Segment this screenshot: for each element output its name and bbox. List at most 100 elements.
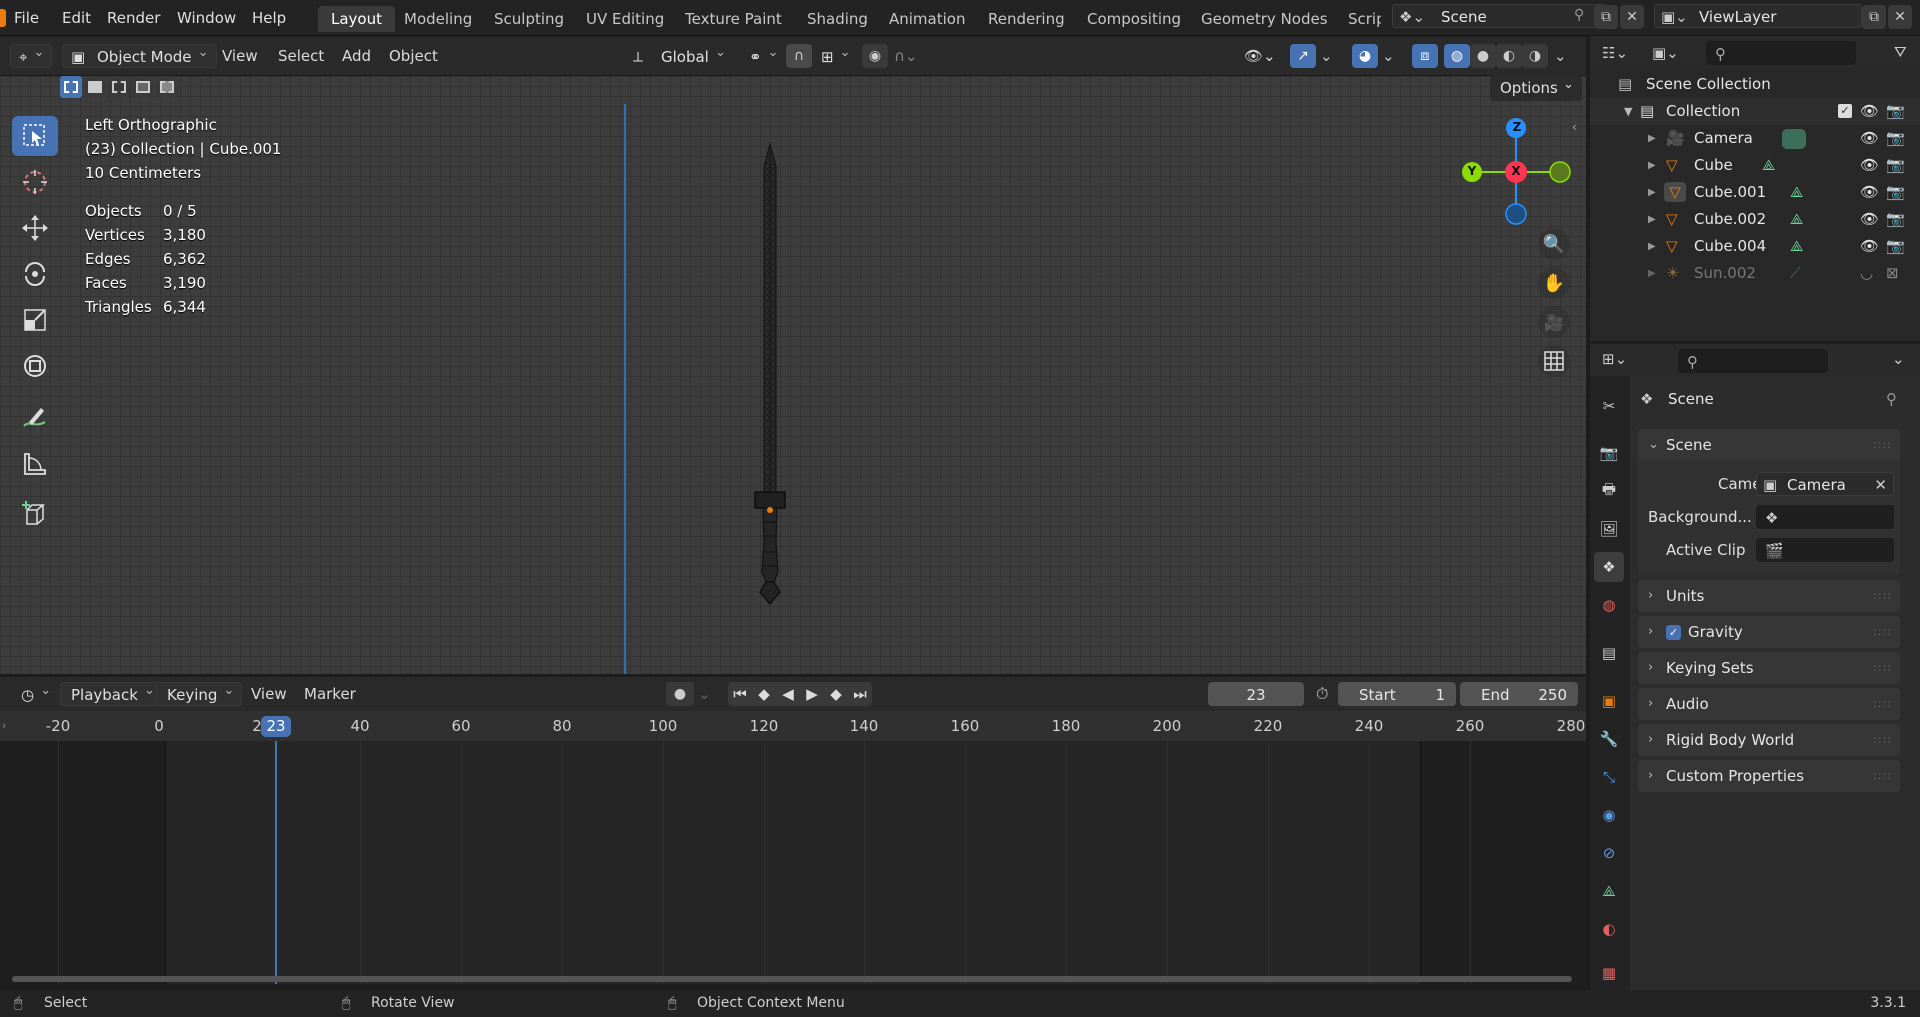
- next-keyframe-icon[interactable]: ◆: [824, 682, 848, 706]
- outliner-row-cube-004[interactable]: ▶ ▽ Cube.004 ⟁ 👁 📷: [1590, 233, 1920, 260]
- select-invert-icon[interactable]: [132, 76, 154, 98]
- tab-rendering[interactable]: Rendering: [975, 6, 1078, 32]
- tab-uv-editing[interactable]: UV Editing: [573, 6, 677, 32]
- menu-marker[interactable]: Marker: [296, 682, 364, 706]
- tool-tab-icon[interactable]: ✂: [1594, 391, 1624, 421]
- eye-icon[interactable]: 👁: [1860, 206, 1879, 233]
- view-layer-tab-icon[interactable]: 🖼: [1594, 514, 1624, 544]
- rotate-tool[interactable]: [12, 254, 58, 294]
- camera-data-icon[interactable]: [1782, 129, 1806, 149]
- output-tab-icon[interactable]: 🖶: [1594, 476, 1624, 506]
- measure-tool[interactable]: [12, 444, 58, 484]
- gizmo-menu-icon[interactable]: ⌄: [1320, 47, 1333, 65]
- scene-panel-header[interactable]: ⌄ Scene ::::: [1638, 429, 1900, 461]
- editor-type-icon[interactable]: ⌖: [10, 41, 53, 68]
- select-intersect-icon[interactable]: [156, 76, 178, 98]
- select-new-icon[interactable]: [60, 76, 82, 98]
- properties-editor-type-icon[interactable]: ⊞⌄: [1602, 350, 1627, 368]
- expand-arrow-icon[interactable]: ▼: [1624, 98, 1632, 125]
- eye-icon[interactable]: 👁: [1860, 98, 1879, 125]
- cursor-tool[interactable]: [12, 162, 58, 202]
- texture-tab-icon[interactable]: ▦: [1594, 958, 1624, 988]
- select-subtract-icon[interactable]: [108, 76, 130, 98]
- tab-sculpting[interactable]: Sculpting: [481, 6, 577, 32]
- menu-help[interactable]: Help: [244, 7, 294, 29]
- rigid-body-world-panel[interactable]: › Rigid Body World ::::: [1638, 724, 1900, 756]
- expand-arrow-icon[interactable]: ▶: [1648, 125, 1656, 152]
- menu-timeline-view[interactable]: View: [243, 682, 295, 706]
- outliner-row-cube-001[interactable]: ▶ ▽ Cube.001 ⟁ 👁 📷: [1590, 179, 1920, 206]
- new-view-layer-icon[interactable]: ⧉: [1862, 5, 1886, 29]
- solid-shading-icon[interactable]: ●: [1470, 44, 1496, 68]
- rendered-shading-icon[interactable]: ◑: [1522, 44, 1548, 68]
- active-clip-field[interactable]: 🎬: [1756, 538, 1894, 562]
- camera-render-icon[interactable]: 📷: [1886, 125, 1905, 152]
- modifier-tab-icon[interactable]: 🔧: [1594, 724, 1624, 754]
- scale-tool[interactable]: [12, 300, 58, 340]
- menu-view[interactable]: View: [214, 44, 266, 68]
- ruler-collapse-icon[interactable]: ›: [2, 719, 6, 732]
- render-tab-icon[interactable]: 📷: [1594, 438, 1624, 468]
- transform-orientation-dropdown[interactable]: ⟂ Global: [624, 41, 734, 68]
- particles-tab-icon[interactable]: ⤡: [1594, 762, 1624, 792]
- camera-view-icon[interactable]: 🎥: [1538, 306, 1570, 338]
- tab-animation[interactable]: Animation: [876, 6, 978, 32]
- keying-set-menu-icon[interactable]: ⌄: [698, 685, 711, 703]
- units-panel[interactable]: › Units ::::: [1638, 580, 1900, 612]
- outliner-row-cube-002[interactable]: ▶ ▽ Cube.002 ⟁ 👁 📷: [1590, 206, 1920, 233]
- outliner-editor-type-icon[interactable]: ☷⌄: [1602, 44, 1628, 62]
- mesh-data-icon[interactable]: ⟁: [1790, 233, 1803, 260]
- expand-arrow-icon[interactable]: ▶: [1648, 260, 1656, 287]
- jump-start-icon[interactable]: ⏮: [728, 682, 752, 706]
- camera-render-icon[interactable]: 📷: [1886, 206, 1905, 233]
- proportional-edit-icon[interactable]: ◉: [862, 44, 888, 68]
- properties-options-icon[interactable]: ⌄: [1892, 350, 1905, 368]
- auto-keying-icon[interactable]: ●: [666, 682, 694, 706]
- delete-view-layer-icon[interactable]: ✕: [1888, 5, 1912, 29]
- world-tab-icon[interactable]: ◍: [1594, 590, 1624, 620]
- ortho-grid-icon[interactable]: [1538, 345, 1570, 377]
- eye-closed-icon[interactable]: ◡: [1860, 260, 1873, 287]
- light-data-icon[interactable]: ⟋: [1790, 260, 1801, 287]
- current-frame-field[interactable]: 23: [1208, 682, 1304, 706]
- snap-toggle-icon[interactable]: ∩: [786, 44, 812, 68]
- tab-layout[interactable]: Layout: [318, 6, 395, 32]
- pivot-point-icon[interactable]: ⚭: [740, 41, 787, 68]
- properties-search-input[interactable]: ⚲: [1678, 349, 1828, 373]
- custom-properties-panel[interactable]: › Custom Properties ::::: [1638, 760, 1900, 792]
- end-frame-field[interactable]: End 250: [1460, 682, 1578, 706]
- pan-hand-icon[interactable]: ✋: [1538, 267, 1570, 299]
- clear-icon[interactable]: ✕: [1874, 473, 1887, 495]
- transform-tool[interactable]: [12, 346, 58, 386]
- view-layer-selector[interactable]: ▣⌄ ViewLayer: [1654, 4, 1862, 28]
- constraints-tab-icon[interactable]: ⊘: [1594, 838, 1624, 868]
- timeline-editor-type-icon[interactable]: ◷: [12, 679, 60, 706]
- overlay-menu-icon[interactable]: ⌄: [1382, 47, 1395, 65]
- mesh-data-icon[interactable]: ⟁: [1790, 179, 1803, 206]
- data-tab-icon[interactable]: ⟁: [1594, 876, 1624, 906]
- expand-arrow-icon[interactable]: ▶: [1648, 233, 1656, 260]
- camera-field[interactable]: ▣ Camera ✕: [1756, 472, 1894, 496]
- drag-grip-icon[interactable]: ::::: [1873, 429, 1892, 461]
- drag-grip-icon[interactable]: ::::: [1873, 724, 1892, 756]
- menu-file[interactable]: File: [6, 7, 47, 29]
- outliner-row-collection[interactable]: ▼ ▤ Collection ✓ 👁 📷: [1590, 98, 1920, 125]
- camera-render-icon[interactable]: 📷: [1886, 179, 1905, 206]
- prev-keyframe-icon[interactable]: ◆: [752, 682, 776, 706]
- play-reverse-icon[interactable]: ◀: [776, 682, 800, 706]
- gravity-panel[interactable]: › ✓ Gravity ::::: [1638, 616, 1900, 648]
- tab-compositing[interactable]: Compositing: [1074, 6, 1194, 32]
- new-scene-icon[interactable]: ⧉: [1594, 5, 1618, 29]
- annotate-tool[interactable]: [12, 398, 58, 438]
- stopwatch-icon[interactable]: ⏱: [1316, 684, 1328, 704]
- collection-tab-icon[interactable]: ▤: [1594, 638, 1624, 668]
- camera-render-disabled-icon[interactable]: ⊠: [1886, 260, 1899, 287]
- expand-arrow-icon[interactable]: ▶: [1648, 179, 1656, 206]
- playhead-marker[interactable]: 23: [261, 716, 291, 737]
- shading-menu-icon[interactable]: ⌄: [1554, 47, 1567, 65]
- expand-arrow-icon[interactable]: ▶: [1648, 206, 1656, 233]
- menu-render[interactable]: Render: [99, 7, 168, 29]
- keying-sets-panel[interactable]: › Keying Sets ::::: [1638, 652, 1900, 684]
- mesh-data-icon[interactable]: ⟁: [1762, 152, 1775, 179]
- timeline-ruler[interactable]: › -20 0 2 40 60 80 100 120 140 160 180 2…: [0, 711, 1586, 741]
